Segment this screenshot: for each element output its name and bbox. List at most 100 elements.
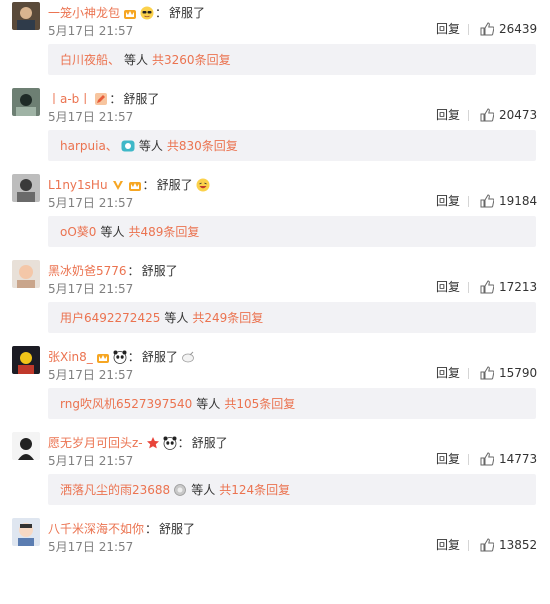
colon: ： (127, 350, 140, 364)
like-button[interactable]: 14773 (480, 451, 537, 467)
comment-text: 舒服了 (191, 436, 228, 450)
reply-button[interactable]: 回复 (436, 107, 460, 123)
reply-etc-label: 等人 (191, 483, 216, 497)
like-count: 13852 (499, 538, 538, 552)
divider (468, 110, 469, 121)
thumbs-up-icon (480, 538, 494, 552)
pencil-emoji-icon (94, 92, 108, 106)
member-icon (121, 139, 135, 153)
silver-badge-icon (173, 483, 187, 497)
comment-item: 愿无岁月可回头z- ： 舒服了 5月17日 21:57 回复 14773 洒落凡… (0, 432, 550, 518)
panda-emoji-icon (113, 350, 127, 364)
like-button[interactable]: 15790 (480, 365, 537, 381)
divider (468, 282, 469, 293)
timestamp: 5月17日 21:57 (48, 196, 134, 210)
like-count: 20473 (499, 108, 538, 122)
reply-etc-label: 等人 (124, 53, 149, 67)
comment-text: 舒服了 (123, 92, 160, 106)
comment-text: 舒服了 (159, 522, 196, 536)
reply-count[interactable]: 共124条回复 (219, 481, 290, 498)
reply-etc-label: 等人 (196, 397, 221, 411)
username[interactable]: 丨a-b丨 (48, 90, 91, 108)
timestamp: 5月17日 21:57 (48, 368, 134, 382)
like-count: 26439 (499, 22, 538, 36)
like-count: 15790 (499, 366, 538, 380)
crown-icon (123, 6, 137, 20)
reply-user[interactable]: 用户6492272425 (60, 309, 160, 326)
comment-item: L1ny1sHu ： 舒服了 5月17日 21:57 回复 19184 oO葵0… (0, 174, 550, 260)
avatar[interactable] (12, 174, 40, 202)
like-button[interactable]: 13852 (480, 537, 537, 553)
like-button[interactable]: 19184 (480, 193, 537, 209)
colon: ： (109, 92, 122, 106)
thumbs-up-icon (480, 366, 494, 380)
reply-button[interactable]: 回复 (436, 21, 460, 37)
like-button[interactable]: 26439 (480, 21, 537, 37)
timestamp: 5月17日 21:57 (48, 454, 134, 468)
reply-preview[interactable]: 洒落凡尘的雨23688 等人 共124条回复 (48, 474, 536, 505)
reply-etc-label: 等人 (100, 225, 125, 239)
like-button[interactable]: 20473 (480, 107, 537, 123)
reply-preview[interactable]: oO葵0 等人 共489条回复 (48, 216, 536, 247)
reply-user[interactable]: oO葵0 (60, 223, 96, 240)
reply-button[interactable]: 回复 (436, 451, 460, 467)
divider (468, 540, 469, 551)
timestamp: 5月17日 21:57 (48, 540, 134, 554)
reply-preview[interactable]: rng吹风机6527397540 等人 共105条回复 (48, 388, 536, 419)
avatar[interactable] (12, 432, 40, 460)
avatar[interactable] (12, 346, 40, 374)
reply-button[interactable]: 回复 (436, 537, 460, 553)
thumbs-up-icon (480, 108, 494, 122)
username[interactable]: 愿无岁月可回头z- (48, 434, 143, 452)
reply-count[interactable]: 共249条回复 (192, 309, 263, 326)
comment-text: 舒服了 (169, 6, 206, 20)
reply-user[interactable]: 洒落凡尘的雨23688 (60, 481, 170, 498)
reply-button[interactable]: 回复 (436, 279, 460, 295)
colon: ： (127, 264, 140, 278)
colon: ： (145, 522, 158, 536)
avatar[interactable] (12, 260, 40, 288)
laughing-emoji-icon (196, 178, 210, 192)
like-button[interactable]: 17213 (480, 279, 537, 295)
reply-count[interactable]: 共489条回复 (128, 223, 199, 240)
avatar[interactable] (12, 2, 40, 30)
like-count: 14773 (499, 452, 538, 466)
like-count: 17213 (499, 280, 538, 294)
reply-count[interactable]: 共3260条回复 (152, 51, 231, 68)
panda-emoji-icon (163, 436, 177, 450)
colon: ： (155, 6, 168, 20)
comment-item: 一笼小神龙包 ： 舒服了 5月17日 21:57 回复 26439 白川夜船、 … (0, 2, 550, 88)
username[interactable]: L1ny1sHu (48, 176, 108, 194)
comment-item: 八千米深海不如你 ： 舒服了 5月17日 21:57 回复 13852 (0, 518, 550, 604)
comment-feed: 一笼小神龙包 ： 舒服了 5月17日 21:57 回复 26439 白川夜船、 … (0, 0, 550, 571)
avatar[interactable] (12, 88, 40, 116)
reply-user[interactable]: rng吹风机6527397540 (60, 395, 192, 412)
reply-button[interactable]: 回复 (436, 193, 460, 209)
reply-count[interactable]: 共105条回复 (224, 395, 295, 412)
comment-text: 舒服了 (156, 178, 193, 192)
crown-icon (96, 350, 110, 364)
like-count: 19184 (499, 194, 538, 208)
comment-item: 黑冰奶爸5776 ： 舒服了 5月17日 21:57 回复 17213 用户64… (0, 260, 550, 346)
comment-text: 舒服了 (141, 350, 178, 364)
reply-preview[interactable]: harpuia、 等人 共830条回复 (48, 130, 536, 161)
reply-user[interactable]: harpuia、 (60, 137, 118, 154)
timestamp: 5月17日 21:57 (48, 110, 134, 124)
reply-count[interactable]: 共830条回复 (167, 137, 238, 154)
sunglasses-emoji-icon (140, 6, 154, 20)
reply-preview[interactable]: 白川夜船、 等人 共3260条回复 (48, 44, 536, 75)
timestamp: 5月17日 21:57 (48, 282, 134, 296)
reply-user[interactable]: 白川夜船、 (60, 51, 120, 68)
reply-button[interactable]: 回复 (436, 365, 460, 381)
username[interactable]: 黑冰奶爸5776 (48, 262, 127, 280)
divider (468, 454, 469, 465)
colon: ： (142, 178, 155, 192)
username[interactable]: 一笼小神龙包 (48, 4, 120, 22)
timestamp: 5月17日 21:57 (48, 24, 134, 38)
avatar[interactable] (12, 518, 40, 546)
thumbs-up-icon (480, 452, 494, 466)
username[interactable]: 张Xin8_ (48, 348, 93, 366)
username[interactable]: 八千米深海不如你 (48, 520, 144, 538)
star-icon (146, 436, 160, 450)
reply-preview[interactable]: 用户6492272425 等人 共249条回复 (48, 302, 536, 333)
